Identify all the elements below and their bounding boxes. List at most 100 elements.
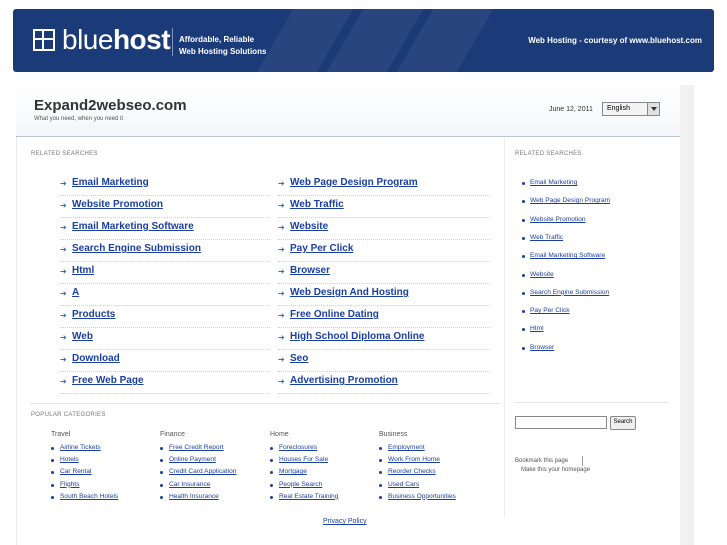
related-search-item[interactable]: ➔ Web Traffic: [278, 196, 490, 218]
arrow-right-icon: ➔: [278, 289, 285, 298]
category-heading: Finance: [160, 431, 185, 438]
arrow-right-icon: ➔: [60, 377, 67, 386]
related-search-link[interactable]: Seo: [290, 353, 308, 364]
related-search-link[interactable]: Web Traffic: [290, 199, 344, 210]
related-search-link[interactable]: Products: [72, 309, 115, 320]
category-link[interactable]: Car Insurance: [159, 481, 210, 488]
category-link[interactable]: Health Insurance: [160, 493, 219, 500]
category-link[interactable]: People Search: [269, 481, 322, 488]
sidebar-search-link[interactable]: Email Marketing: [521, 179, 577, 186]
arrow-right-icon: ➔: [278, 201, 285, 210]
related-search-item[interactable]: ➔ Website Promotion: [60, 196, 270, 218]
site-title: Expand2webseo.com: [34, 97, 187, 114]
related-search-link[interactable]: Website: [290, 221, 328, 232]
bluehost-logo[interactable]: bluehost: [62, 24, 171, 56]
category-link[interactable]: Mortgage: [270, 468, 307, 475]
courtesy-text: Web Hosting - courtesy of www.bluehost.c…: [528, 36, 702, 45]
related-search-link[interactable]: Browser: [290, 265, 330, 276]
related-search-link[interactable]: Download: [72, 353, 120, 364]
category-link[interactable]: Real Estate Training: [269, 493, 338, 500]
category-link[interactable]: Houses For Sale: [269, 456, 328, 463]
arrow-right-icon: ➔: [278, 333, 285, 342]
arrow-right-icon: ➔: [60, 311, 67, 320]
related-search-item[interactable]: ➔ Web Page Design Program: [278, 174, 490, 196]
category-heading: Business: [379, 431, 408, 438]
sidebar-search-link[interactable]: Website: [522, 271, 554, 278]
related-search-item[interactable]: ➔ Email Marketing: [60, 174, 270, 196]
related-search-item[interactable]: ➔ Free Web Page: [60, 372, 270, 394]
related-search-item[interactable]: ➔ A: [60, 284, 270, 306]
sidebar-search-link[interactable]: Web Traffic: [521, 234, 563, 241]
sidebar-search-link[interactable]: Web Page Design Program: [521, 197, 610, 204]
category-link[interactable]: Foreclosures: [269, 444, 317, 451]
category-link[interactable]: South Beach Hotels: [50, 493, 118, 500]
related-search-item[interactable]: ➔ Web: [60, 328, 270, 350]
sidebar-search-link[interactable]: Browser: [521, 344, 554, 351]
category-link[interactable]: Free Credit Report: [160, 444, 224, 451]
related-search-link[interactable]: Free Online Dating: [290, 309, 379, 320]
tagline-line2: Web Hosting Solutions: [179, 47, 267, 56]
arrow-right-icon: ➔: [278, 355, 285, 364]
chevron-down-icon[interactable]: [647, 103, 659, 115]
related-search-link[interactable]: Free Web Page: [72, 375, 144, 386]
scrollbar-track[interactable]: [680, 85, 694, 545]
category-link[interactable]: Used Cars: [378, 481, 419, 488]
category-link[interactable]: Airline Tickets: [51, 444, 101, 451]
bluehost-banner[interactable]: bluehost Affordable, Reliable Web Hostin…: [13, 9, 714, 72]
category-link[interactable]: Work From Home: [379, 456, 440, 463]
related-search-link[interactable]: Web: [72, 331, 93, 342]
sidebar-search-link[interactable]: Email Marketing Software: [521, 252, 605, 259]
arrow-right-icon: ➔: [60, 179, 67, 188]
category-link[interactable]: Business Opportunities: [379, 493, 456, 500]
category-link[interactable]: Flights: [50, 481, 79, 488]
arrow-right-icon: ➔: [60, 289, 67, 298]
sidebar-search-link[interactable]: Website Promotion: [522, 216, 586, 223]
related-search-link[interactable]: Web Design And Hosting: [290, 287, 409, 298]
category-link[interactable]: Hotels: [51, 456, 79, 463]
sidebar-search-link[interactable]: Html: [522, 325, 544, 332]
related-search-item[interactable]: ➔ Seo: [278, 350, 490, 372]
related-search-link[interactable]: Pay Per Click: [290, 243, 353, 254]
search-button[interactable]: Search: [610, 416, 636, 430]
related-search-link[interactable]: Website Promotion: [72, 199, 163, 210]
related-search-link[interactable]: Web Page Design Program: [290, 177, 418, 188]
popular-categories-label: POPULAR CATEGORIES: [31, 412, 106, 418]
related-search-link[interactable]: Html: [72, 265, 94, 276]
related-search-item[interactable]: ➔ Products: [60, 306, 270, 328]
sidebar-search-link[interactable]: Search Engine Submission: [521, 289, 609, 296]
related-search-item[interactable]: ➔ Browser: [278, 262, 490, 284]
bookmark-link[interactable]: Bookmark this page: [515, 458, 568, 464]
sidebar-search-link[interactable]: Pay Per Click: [522, 307, 570, 314]
privacy-policy-link[interactable]: Privacy Policy: [323, 518, 367, 525]
related-search-link[interactable]: Advertising Promotion: [290, 375, 398, 386]
related-search-item[interactable]: ➔ Email Marketing Software: [60, 218, 270, 240]
related-search-link[interactable]: Search Engine Submission: [72, 243, 201, 254]
related-search-item[interactable]: ➔ Pay Per Click: [278, 240, 490, 262]
related-search-link[interactable]: High School Diploma Online: [290, 331, 424, 342]
related-search-link[interactable]: A: [72, 287, 79, 298]
logo-divider: [172, 28, 173, 56]
category-link[interactable]: Reorder Checks: [379, 468, 436, 475]
date-label: June 12, 2011: [549, 106, 593, 113]
category-link[interactable]: Employment: [379, 444, 425, 451]
sidebar-related-label: RELATED SEARCHES: [515, 151, 582, 157]
related-search-item[interactable]: ➔ Advertising Promotion: [278, 372, 490, 394]
related-search-item[interactable]: ➔ Website: [278, 218, 490, 240]
category-link[interactable]: Credit Card Application: [159, 468, 236, 475]
category-link[interactable]: Online Payment: [160, 456, 216, 463]
category-heading: Travel: [51, 431, 71, 438]
homepage-link[interactable]: Make this your homepage: [521, 467, 590, 473]
search-input[interactable]: [515, 416, 607, 429]
related-search-item[interactable]: ➔ Html: [60, 262, 270, 284]
category-link[interactable]: Car Rental: [51, 468, 92, 475]
related-search-item[interactable]: ➔ Download: [60, 350, 270, 372]
related-search-item[interactable]: ➔ Web Design And Hosting: [278, 284, 490, 306]
language-select[interactable]: English: [602, 102, 660, 116]
related-search-link[interactable]: Email Marketing: [72, 177, 149, 188]
related-search-link[interactable]: Email Marketing Software: [72, 221, 194, 232]
related-search-item[interactable]: ➔ High School Diploma Online: [278, 328, 490, 350]
brand-bold: host: [112, 24, 171, 55]
related-search-item[interactable]: ➔ Free Online Dating: [278, 306, 490, 328]
related-search-item[interactable]: ➔ Search Engine Submission: [60, 240, 270, 262]
tagline-line1: Affordable, Reliable: [179, 35, 255, 44]
